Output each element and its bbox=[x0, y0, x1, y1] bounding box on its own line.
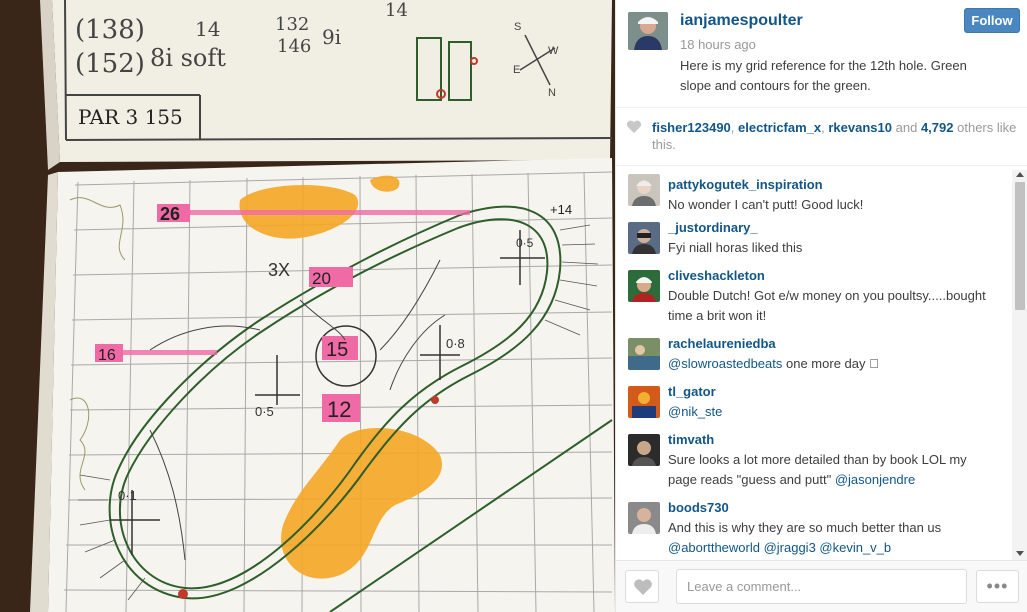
yardage-marker: 26 bbox=[160, 204, 180, 224]
more-options-button[interactable]: ••• bbox=[976, 570, 1019, 603]
scroll-up-icon[interactable] bbox=[1016, 172, 1024, 177]
commenter-avatar[interactable] bbox=[628, 174, 660, 206]
svg-text:S: S bbox=[514, 21, 521, 33]
yardage-note: 8i soft bbox=[150, 44, 226, 72]
svg-text:W: W bbox=[548, 45, 559, 57]
follow-button[interactable]: Follow bbox=[964, 8, 1020, 33]
comment-mention[interactable]: @jasonjendre bbox=[835, 472, 915, 487]
likes-section: fisher123490, electricfam_x, rkevans10 a… bbox=[616, 108, 1027, 166]
yardage-note: 14 bbox=[385, 0, 408, 21]
yardage-marker: 15 bbox=[326, 339, 348, 361]
comment-item: tl_gator @nik_ste bbox=[616, 382, 1012, 430]
comment-mention[interactable]: @aborttheworld @jraggi3 @kevin_v_b bbox=[668, 540, 891, 555]
commenter-avatar[interactable] bbox=[628, 270, 660, 302]
post-timestamp: 18 hours ago bbox=[680, 37, 756, 52]
yardage-marker: +14 bbox=[550, 202, 572, 217]
liker-link[interactable]: fisher123490 bbox=[652, 120, 731, 135]
post-caption: Here is my grid reference for the 12th h… bbox=[680, 58, 967, 93]
comment-mention[interactable]: @slowroastedbeats bbox=[668, 356, 782, 371]
comment-footer: ••• bbox=[616, 560, 1027, 612]
svg-text:N: N bbox=[548, 87, 556, 99]
svg-text:E: E bbox=[513, 64, 520, 76]
slope-note: 0·5 bbox=[516, 236, 534, 250]
comment-item: rachelaureniedba @slowroastedbeats one m… bbox=[616, 334, 1012, 382]
comment-username[interactable]: rachelaureniedba bbox=[668, 334, 1012, 354]
comment-item: boods730 And this is why they are so muc… bbox=[616, 498, 1012, 560]
commenter-avatar[interactable] bbox=[628, 222, 660, 254]
comment-username[interactable]: tl_gator bbox=[668, 382, 1012, 402]
commenter-avatar[interactable] bbox=[628, 386, 660, 418]
comment-username[interactable]: cliveshackleton bbox=[668, 266, 1012, 286]
slope-note: 0·5 bbox=[255, 404, 274, 419]
liker-link[interactable]: electricfam_x bbox=[738, 120, 821, 135]
comment-item: _justordinary_ Fyi niall horas liked thi… bbox=[616, 218, 1012, 266]
comment-username[interactable]: boods730 bbox=[668, 498, 1012, 518]
commenter-avatar[interactable] bbox=[628, 502, 660, 534]
comment-item: pattykogutek_inspiration No wonder I can… bbox=[616, 170, 1012, 218]
comments-list: pattykogutek_inspiration No wonder I can… bbox=[616, 170, 1012, 560]
commenter-avatar[interactable] bbox=[628, 434, 660, 466]
yardage-marker: 12 bbox=[327, 397, 351, 422]
like-button[interactable] bbox=[625, 570, 659, 603]
liker-link[interactable]: rkevans10 bbox=[828, 120, 892, 135]
scroll-down-icon[interactable] bbox=[1016, 551, 1024, 556]
slope-note: 0·1 bbox=[118, 488, 137, 503]
post-header: ianjamespoulter 18 hours ago Here is my … bbox=[616, 0, 1027, 108]
comment-text: Double Dutch! Got e/w money on you poult… bbox=[668, 288, 986, 323]
comment-input[interactable] bbox=[676, 569, 967, 604]
yardage-note: 14 bbox=[195, 17, 220, 41]
comment-text: And this is why they are so much better … bbox=[668, 520, 942, 555]
post-photo: (138) (152) 14 132 146 9i 8i soft 14 PAR… bbox=[0, 0, 615, 612]
post-details-panel: ianjamespoulter 18 hours ago Here is my … bbox=[615, 0, 1027, 612]
yardage-marker: 20 bbox=[312, 269, 331, 288]
heart-icon bbox=[626, 120, 642, 133]
comment-text: Fyi niall horas liked this bbox=[668, 240, 803, 255]
yardage-note: (138) bbox=[75, 15, 145, 45]
comment-item: timvath Sure looks a lot more detailed t… bbox=[616, 430, 1012, 498]
yardage-marker: 16 bbox=[98, 347, 116, 364]
likes-count[interactable]: 4,792 bbox=[921, 120, 954, 135]
comment-text: @nik_ste bbox=[668, 402, 998, 422]
slope-note: 0·8 bbox=[446, 336, 465, 351]
yardage-note: (152) bbox=[75, 49, 145, 79]
yardage-note: 146 bbox=[277, 36, 311, 57]
comment-mention[interactable]: @nik_ste bbox=[668, 404, 722, 419]
commenter-avatar[interactable] bbox=[628, 338, 660, 370]
comment-item: cliveshackleton Double Dutch! Got e/w mo… bbox=[616, 266, 1012, 334]
yardage-note: 9i bbox=[322, 25, 341, 49]
post-username[interactable]: ianjamespoulter bbox=[680, 12, 803, 30]
likes-text: fisher123490, electricfam_x, rkevans10 a… bbox=[652, 120, 1017, 152]
likes-and: and bbox=[895, 120, 918, 135]
yardage-book-image: (138) (152) 14 132 146 9i 8i soft 14 PAR… bbox=[30, 0, 615, 612]
heart-icon bbox=[634, 579, 652, 595]
avatar[interactable] bbox=[628, 12, 668, 50]
par-label: PAR 3 155 bbox=[78, 105, 183, 129]
comment-username[interactable]: _justordinary_ bbox=[668, 218, 1012, 238]
comment-username[interactable]: timvath bbox=[668, 430, 1012, 450]
comments-scrollbar[interactable] bbox=[1012, 170, 1027, 560]
yardage-note: 3X bbox=[268, 260, 290, 280]
comment-text: Sure looks a lot more detailed than by b… bbox=[668, 452, 967, 487]
comment-username[interactable]: pattykogutek_inspiration bbox=[668, 175, 1012, 195]
scroll-thumb[interactable] bbox=[1015, 182, 1025, 310]
yardage-note: 132 bbox=[275, 14, 309, 35]
comment-text: No wonder I can't putt! Good luck! bbox=[668, 197, 864, 212]
comment-text: @slowroastedbeats one more day 􀀀 bbox=[668, 356, 879, 371]
